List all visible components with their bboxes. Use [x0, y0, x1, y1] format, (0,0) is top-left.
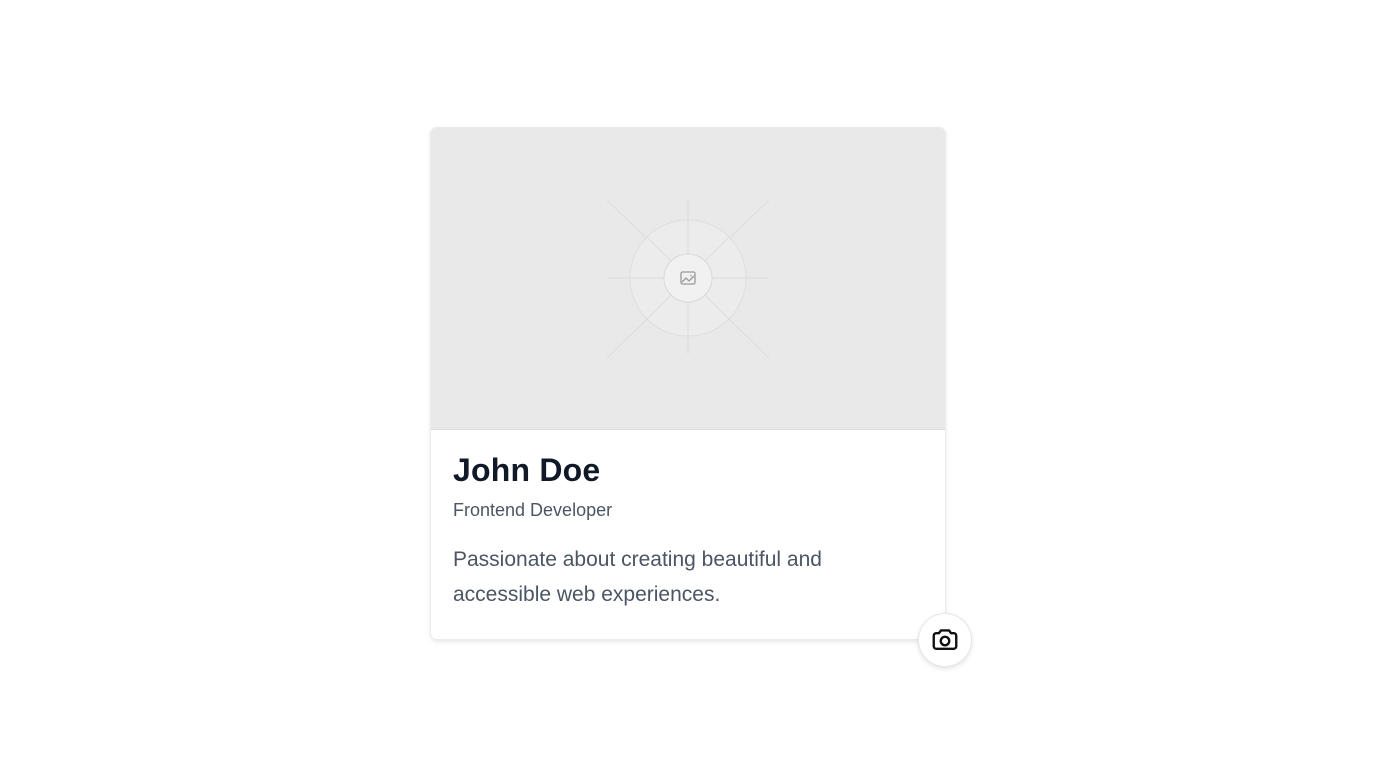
profile-role: Frontend Developer — [453, 500, 613, 520]
profile-bio: Passionate about creating beautiful and … — [453, 548, 822, 606]
image-placeholder-graphic — [606, 199, 770, 359]
profile-image-placeholder — [431, 128, 945, 430]
profile-card: John Doe Frontend Developer Passionate a… — [431, 128, 945, 639]
camera-icon — [932, 629, 958, 650]
camera-button[interactable] — [919, 614, 971, 666]
profile-card-body: John Doe Frontend Developer Passionate a… — [453, 450, 923, 612]
profile-name: John Doe — [453, 452, 601, 488]
page: John Doe Frontend Developer Passionate a… — [0, 0, 1376, 768]
